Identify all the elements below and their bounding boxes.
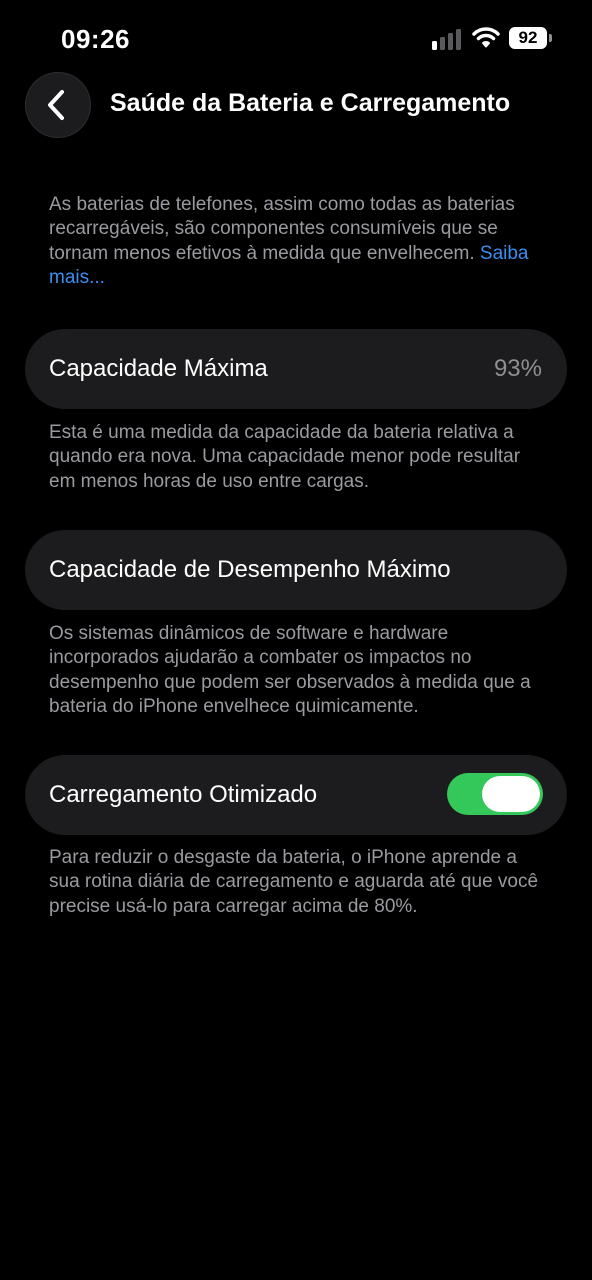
back-button[interactable]: [25, 72, 91, 138]
max-capacity-row: Capacidade Máxima 93%: [25, 329, 567, 409]
optimized-charging-description: Para reduzir o desgaste da bateria, o iP…: [49, 847, 539, 917]
max-capacity-description: Esta é uma medida da capacidade da bater…: [49, 422, 521, 492]
max-capacity-value: 93%: [493, 355, 542, 382]
peak-performance-row: Capacidade de Desempenho Máximo: [25, 530, 567, 610]
optimized-charging-row: Carregamento Otimizado: [25, 755, 567, 835]
max-capacity-label: Capacidade Máxima: [49, 355, 268, 382]
wifi-icon: [472, 26, 500, 48]
battery-icon: 92: [509, 27, 547, 49]
status-bar: 09:26 92: [0, 0, 592, 80]
status-time: 09:26: [61, 24, 130, 54]
intro-description: As baterias de telefones, assim como tod…: [49, 193, 549, 291]
battery-tip: [549, 34, 552, 42]
cellular-signal-icon: [432, 28, 464, 50]
toggle-knob: [482, 776, 540, 812]
page-title: Saúde da Bateria e Carregamento: [110, 89, 511, 117]
intro-text: As baterias de telefones, assim como tod…: [49, 194, 515, 264]
peak-performance-description: Os sistemas dinâmicos de software e hard…: [49, 623, 531, 718]
optimized-charging-toggle[interactable]: [447, 773, 543, 815]
peak-performance-label: Capacidade de Desempenho Máximo: [49, 556, 451, 583]
optimized-charging-label: Carregamento Otimizado: [49, 781, 318, 808]
